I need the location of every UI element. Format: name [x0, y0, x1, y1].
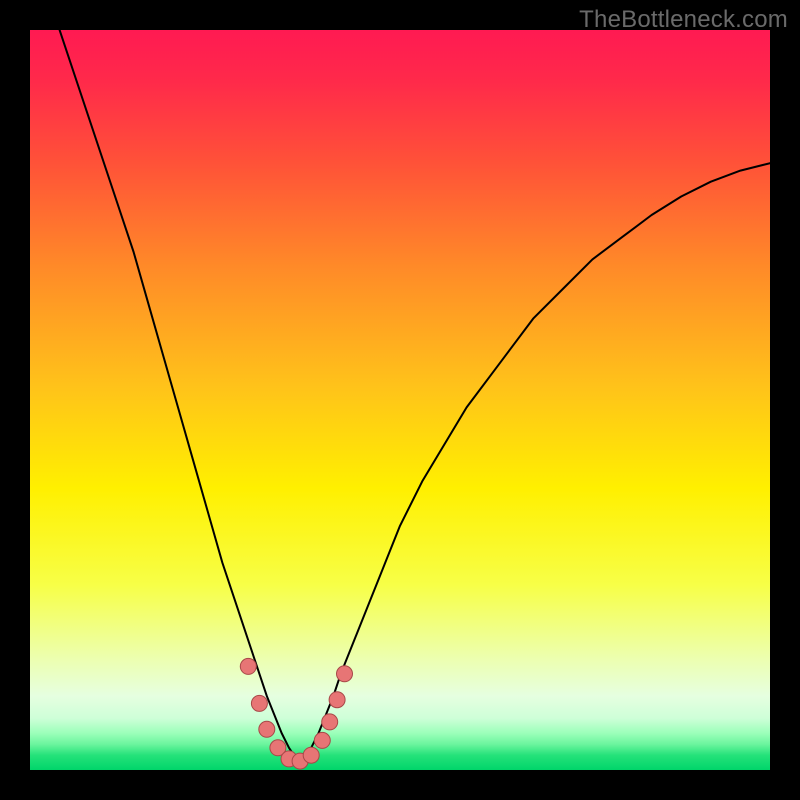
marker-dot	[322, 714, 338, 730]
chart-svg	[30, 30, 770, 770]
watermark-text: TheBottleneck.com	[579, 6, 788, 34]
marker-dot	[259, 721, 275, 737]
chart-frame: TheBottleneck.com	[0, 0, 800, 800]
plot-area	[30, 30, 770, 770]
marker-dot	[251, 695, 267, 711]
marker-dot	[337, 666, 353, 682]
marker-dot	[303, 747, 319, 763]
marker-dot	[329, 692, 345, 708]
marker-dot	[314, 732, 330, 748]
gradient-background	[30, 30, 770, 770]
marker-dot	[240, 658, 256, 674]
